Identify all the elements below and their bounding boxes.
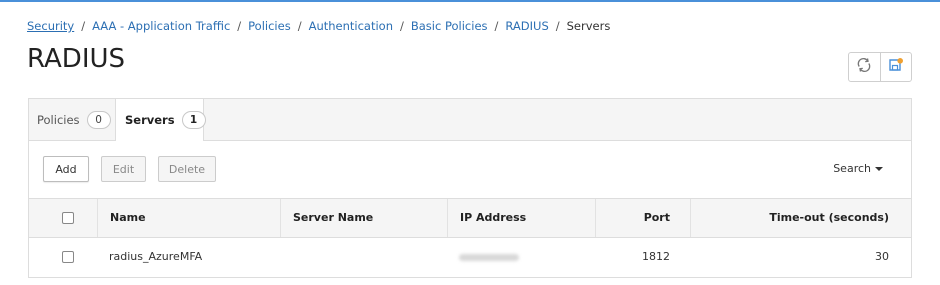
breadcrumb-separator: /	[237, 19, 242, 33]
breadcrumb-aaa-app-traffic[interactable]: AAA - Application Traffic	[92, 19, 230, 33]
column-header-server-name[interactable]: Server Name	[280, 199, 447, 237]
breadcrumb-current: Servers	[566, 19, 611, 33]
breadcrumb-radius[interactable]: RADIUS	[505, 19, 548, 33]
search-dropdown[interactable]: Search	[833, 162, 883, 175]
top-accent-line	[0, 0, 940, 2]
search-label: Search	[833, 162, 871, 175]
cell-server-name	[280, 238, 447, 276]
breadcrumb: Security / AAA - Application Traffic / Polic…	[27, 19, 610, 33]
cell-ip-address	[447, 238, 595, 276]
page-title: RADIUS	[27, 44, 126, 74]
breadcrumb-separator: /	[555, 19, 560, 33]
column-header-port[interactable]: Port	[595, 199, 690, 237]
chevron-down-icon	[875, 167, 883, 171]
delete-button[interactable]: Delete	[158, 156, 216, 182]
breadcrumb-separator: /	[400, 19, 404, 33]
redacted-ip	[459, 254, 519, 261]
table-row[interactable]: radius_AzureMFA 1812 30	[29, 238, 911, 276]
breadcrumb-separator: /	[81, 19, 86, 33]
servers-panel: Policies 0 Servers 1 Add Edit Delete Sea…	[28, 98, 912, 278]
select-all-checkbox[interactable]	[62, 212, 74, 224]
tab-policies-label: Policies	[37, 112, 80, 127]
tab-policies[interactable]: Policies 0	[29, 99, 115, 140]
tab-servers[interactable]: Servers 1	[115, 99, 206, 141]
tab-bar: Policies 0 Servers 1	[29, 99, 911, 141]
cell-port: 1812	[642, 250, 670, 263]
row-checkbox[interactable]	[62, 251, 74, 263]
column-header-timeout[interactable]: Time-out (seconds)	[690, 199, 911, 237]
breadcrumb-authentication[interactable]: Authentication	[309, 19, 393, 33]
breadcrumb-security[interactable]: Security	[27, 19, 74, 33]
row-select-cell	[29, 238, 97, 276]
edit-button[interactable]: Edit	[101, 156, 146, 182]
tab-servers-count: 1	[181, 111, 206, 129]
page-tools	[848, 52, 912, 82]
breadcrumb-separator: /	[494, 19, 499, 33]
cell-timeout: 30	[875, 250, 889, 263]
action-toolbar: Add Edit Delete Search	[29, 141, 911, 199]
save-config-icon	[888, 57, 904, 77]
add-button[interactable]: Add	[43, 156, 89, 182]
tab-policies-count: 0	[86, 110, 111, 129]
table-header: Name Server Name IP Address Port Time-ou…	[29, 199, 911, 238]
breadcrumb-basic-policies[interactable]: Basic Policies	[411, 19, 488, 33]
refresh-icon	[856, 57, 872, 77]
select-all-cell	[29, 199, 97, 237]
cell-name: radius_AzureMFA	[109, 250, 203, 263]
tab-servers-label: Servers	[125, 113, 175, 127]
breadcrumb-policies[interactable]: Policies	[248, 19, 291, 33]
column-header-ip-address[interactable]: IP Address	[447, 199, 595, 237]
save-config-button[interactable]	[879, 53, 912, 81]
column-header-name[interactable]: Name	[97, 199, 280, 237]
refresh-button[interactable]	[849, 53, 880, 81]
breadcrumb-separator: /	[297, 19, 302, 33]
